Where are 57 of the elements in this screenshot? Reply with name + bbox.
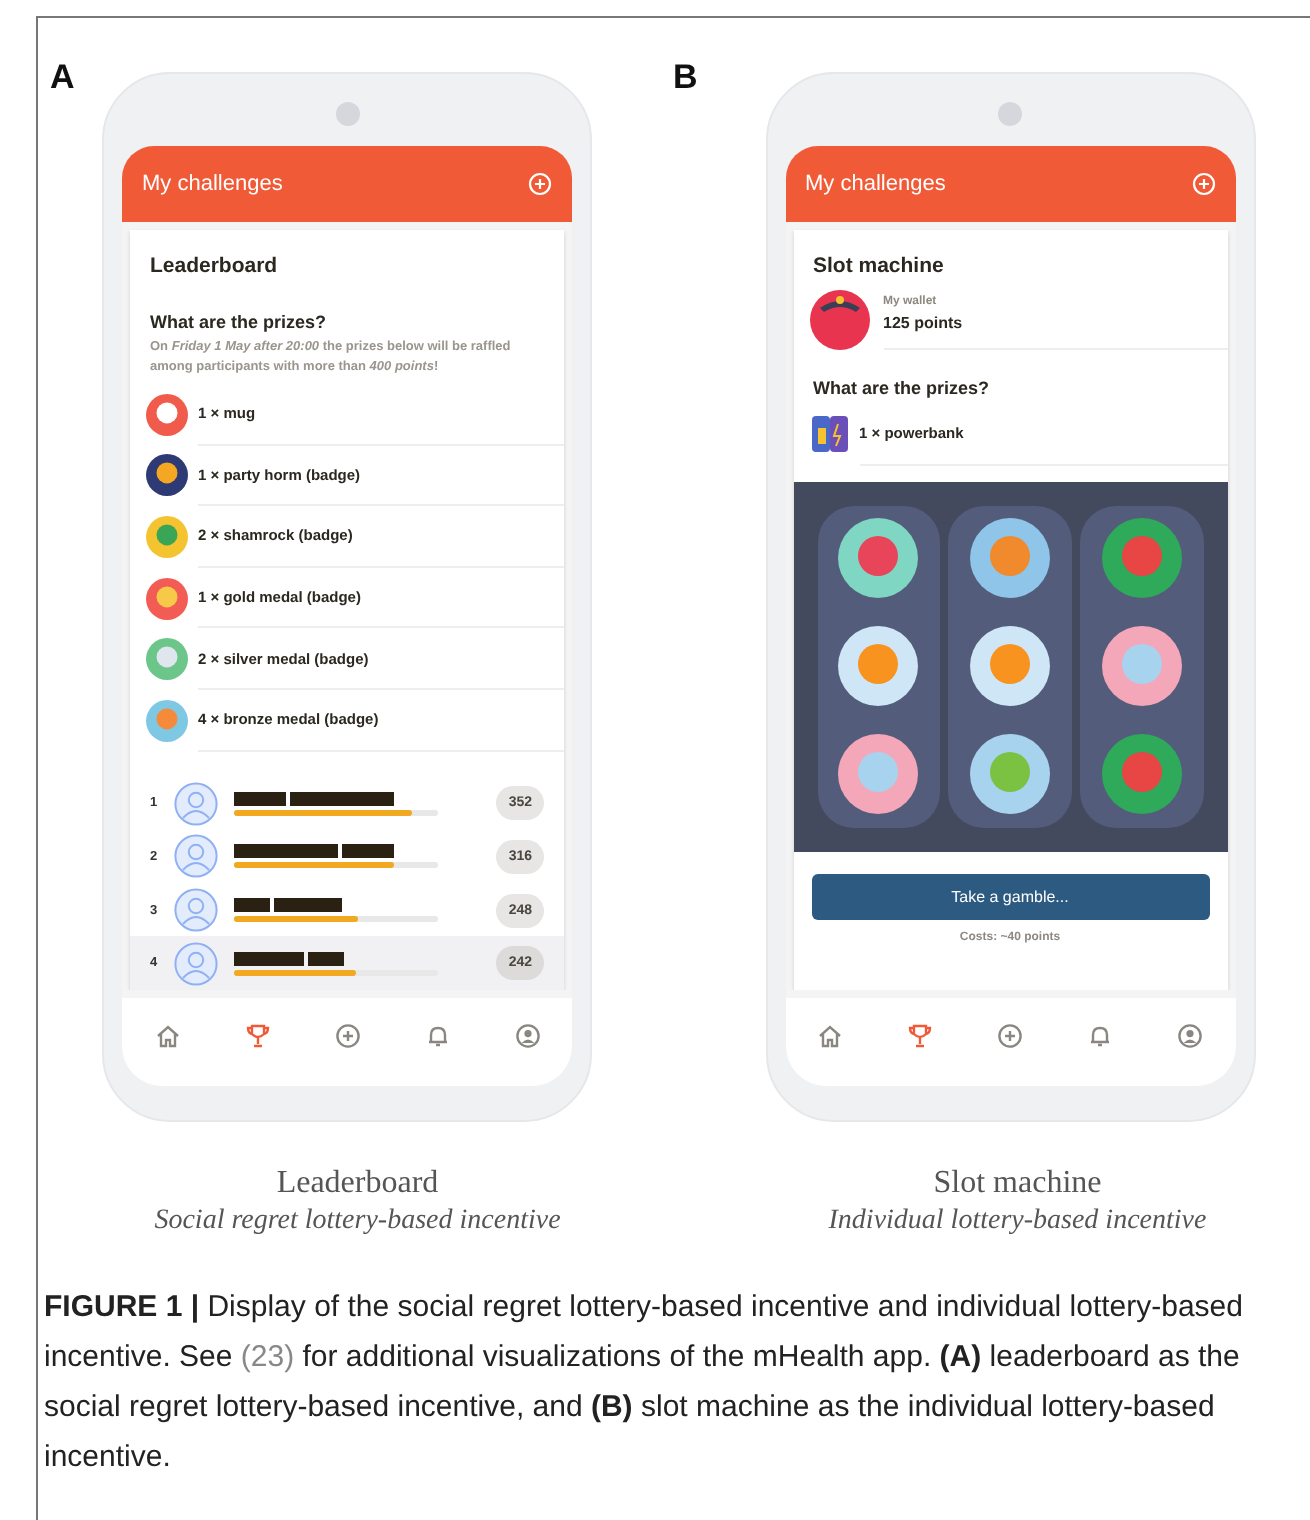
bell-icon[interactable] xyxy=(423,1022,451,1050)
panel-letter: B xyxy=(673,58,700,100)
prize-emblem-icon xyxy=(146,577,188,620)
home-icon[interactable] xyxy=(816,1022,844,1050)
powerbank-icon xyxy=(809,412,849,457)
slot-symbol-icon xyxy=(1101,518,1182,599)
add-icon[interactable] xyxy=(996,1022,1024,1050)
slot-symbol-icon xyxy=(838,518,919,599)
prizes-heading: What are the prizes? xyxy=(148,310,329,332)
gamble-button[interactable]: Take a gamble... xyxy=(811,873,1209,920)
header-title: My challenges xyxy=(142,172,283,196)
redacted-name xyxy=(234,898,270,913)
slot-symbol-icon xyxy=(1101,733,1182,814)
camera-dot xyxy=(998,102,1022,126)
wallet-points: 125 points xyxy=(883,314,965,332)
header-title: My challenges xyxy=(805,172,946,196)
slot-symbol-icon xyxy=(970,626,1050,707)
slot-symbol-icon xyxy=(970,518,1050,599)
avatar-icon xyxy=(174,781,218,826)
prizes-heading: What are the prizes? xyxy=(811,376,992,398)
panel-caption-subtitle: Individual lottery-based incentive xyxy=(826,1206,1209,1238)
home-icon[interactable] xyxy=(153,1022,181,1050)
camera-dot xyxy=(335,102,359,126)
slot-symbol-icon xyxy=(970,733,1050,814)
profile-icon[interactable] xyxy=(513,1022,541,1050)
redacted-name xyxy=(274,898,342,913)
profile-icon[interactable] xyxy=(1176,1022,1204,1050)
reference-link[interactable]: (23) xyxy=(240,1340,295,1374)
avatar-icon xyxy=(174,888,218,933)
prize-emblem-icon xyxy=(146,699,188,742)
prize-emblem-icon xyxy=(146,515,188,558)
panel-caption-title: Leaderboard xyxy=(274,1166,441,1202)
bell-icon[interactable] xyxy=(1086,1022,1114,1050)
avatar-icon xyxy=(174,941,218,986)
slot-symbol-icon xyxy=(1101,626,1182,707)
panel-letter: A xyxy=(48,58,77,100)
panel-caption-title: Slot machine xyxy=(931,1166,1104,1202)
section-title: Slot machine xyxy=(811,252,946,278)
redacted-name xyxy=(342,844,394,859)
slot-symbol-icon xyxy=(838,733,919,814)
add-icon[interactable] xyxy=(333,1022,361,1050)
slot-symbol-icon xyxy=(838,626,919,707)
purse-icon xyxy=(809,290,869,350)
prize-emblem-icon xyxy=(146,393,188,436)
redacted-name xyxy=(290,791,394,806)
prize-emblem-icon xyxy=(146,454,188,497)
avatar-icon xyxy=(174,834,218,879)
panel-caption-subtitle: Social regret lottery-based incentive xyxy=(152,1206,563,1238)
redacted-name xyxy=(234,791,286,806)
trophy-icon[interactable] xyxy=(906,1022,934,1050)
redacted-name xyxy=(234,951,304,966)
section-title: Leaderboard xyxy=(148,252,280,278)
figure-caption: FIGURE 1 | Display of the social regret lottery-based incentive and individual lottery-based incentive. See (23) for additional visualizations of the mHealth app. (A) leaderboard as the social regret lottery-based incentive, and (B) slot machine as the individual lottery-based incentive. xyxy=(42,1288,1245,1478)
redacted-name xyxy=(308,951,344,966)
prize-emblem-icon xyxy=(146,638,188,681)
trophy-icon[interactable] xyxy=(243,1022,271,1050)
redacted-name xyxy=(234,844,338,859)
